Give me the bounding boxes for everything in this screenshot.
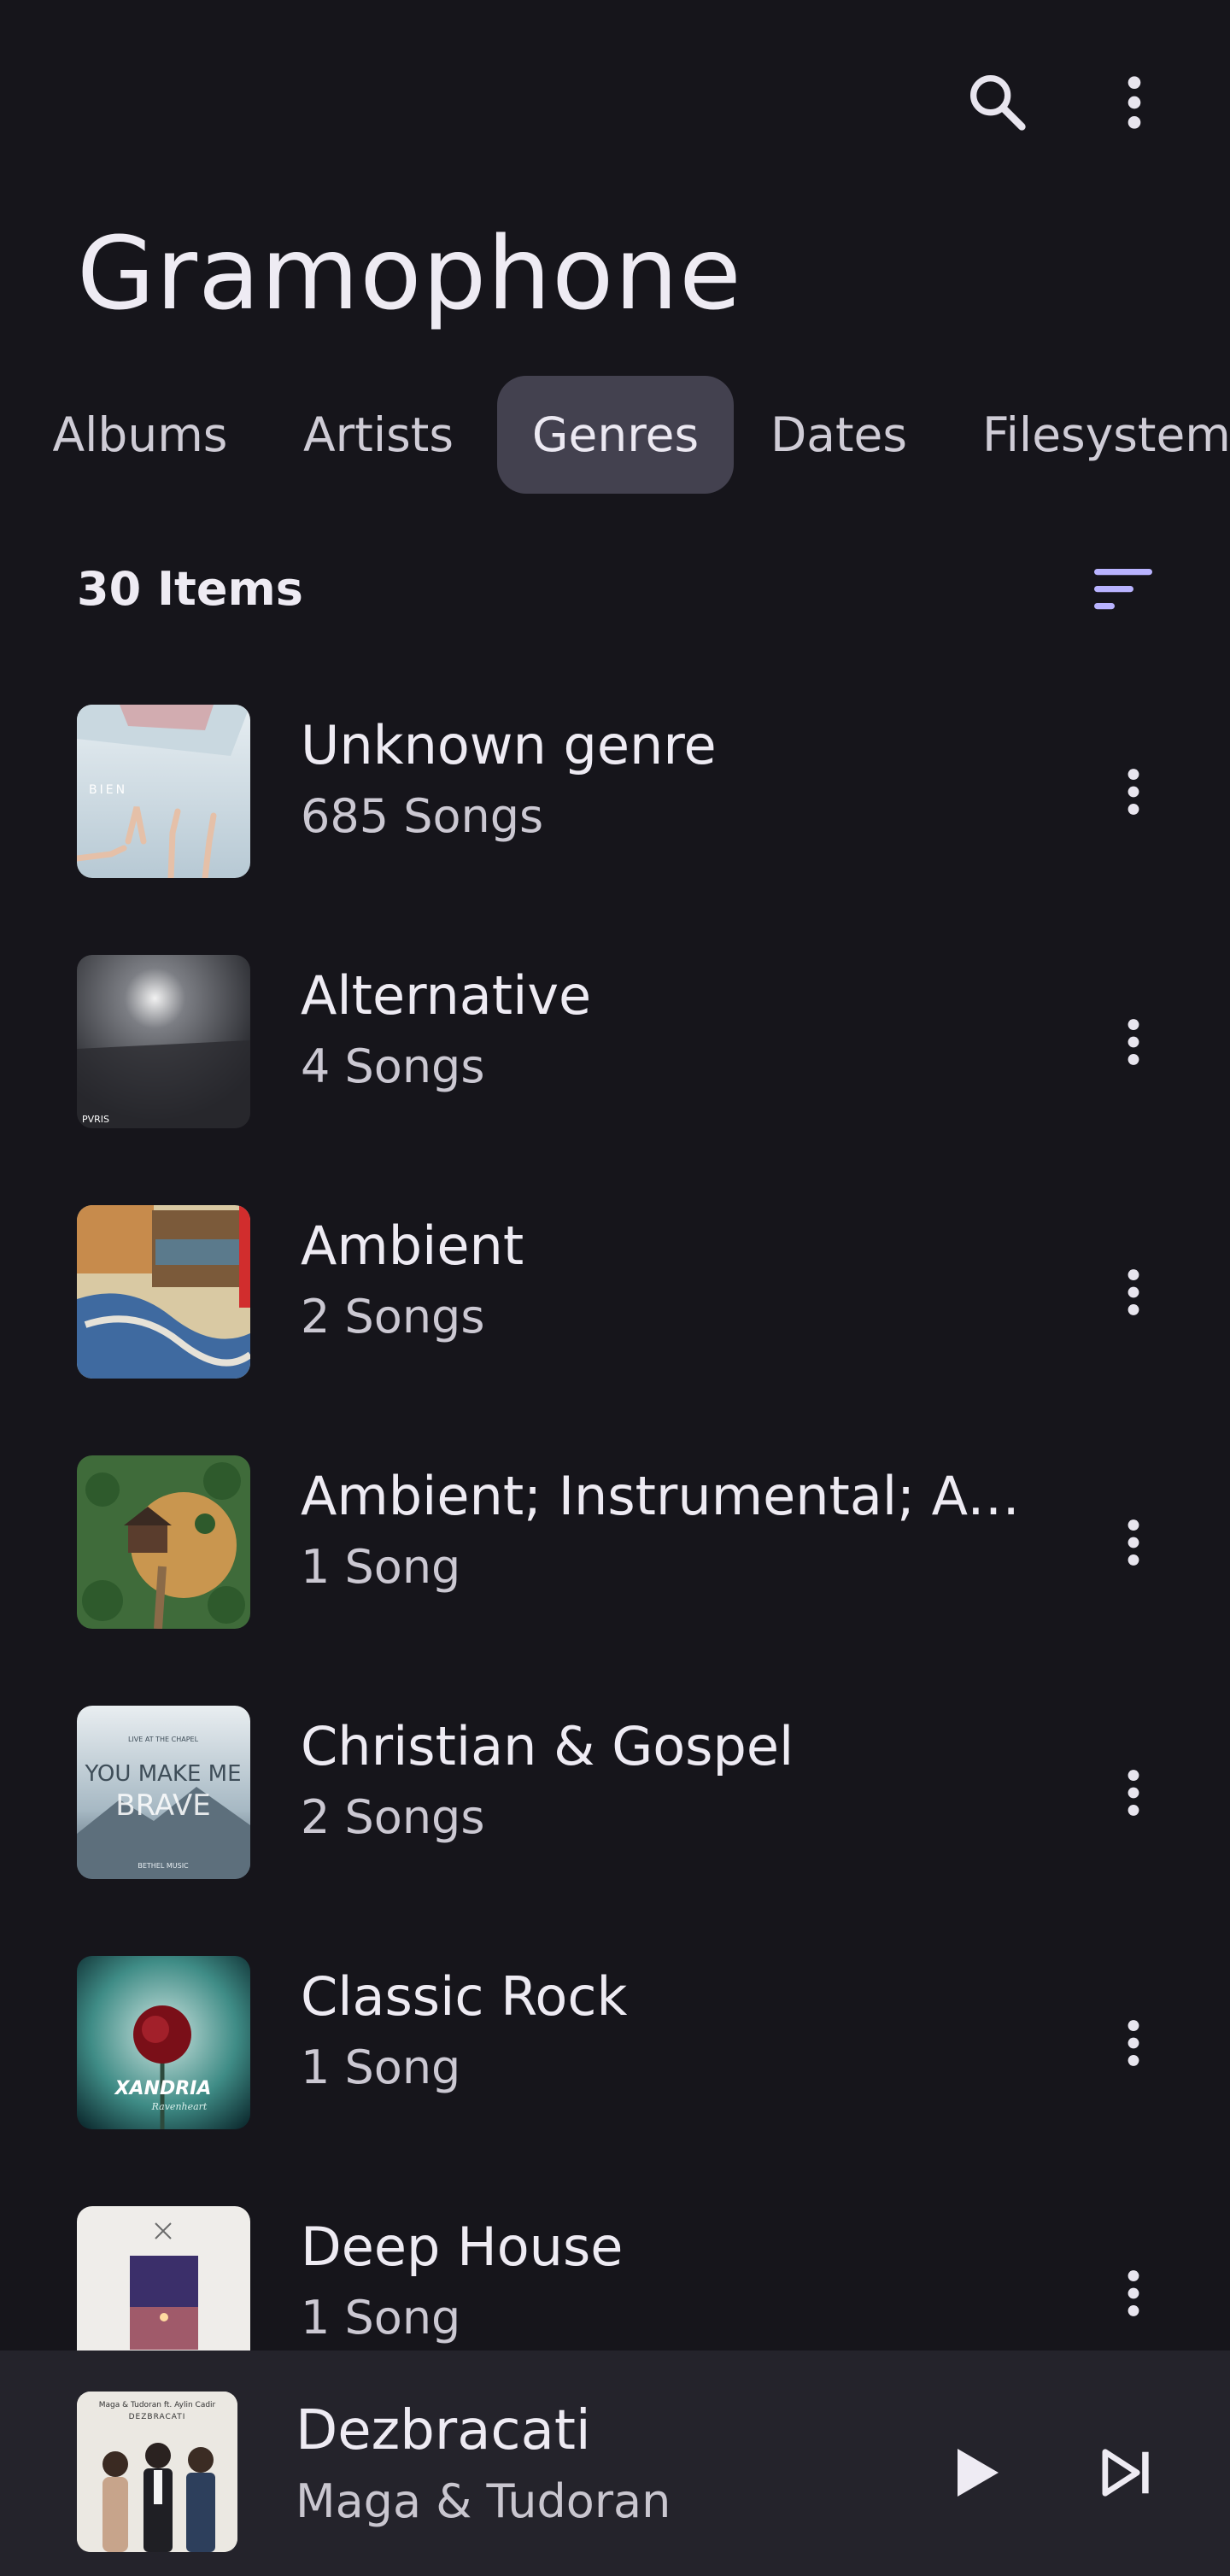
genre-row-classic-rock[interactable]: XANDRIA Ravenheart Classic Rock 1 Song [0,1956,1230,2206]
artwork-credit: Maga & Tudoran ft. Aylin Cadir [99,2401,216,2409]
overflow-menu-button[interactable] [1092,60,1177,145]
play-button[interactable] [935,2417,1021,2528]
genre-artwork: XANDRIA Ravenheart [77,1956,250,2129]
more-vert-icon [1128,1019,1139,1065]
tab-filesystem[interactable]: Filesystem [972,376,1230,494]
genre-name: Classic Rock [301,1965,628,2028]
top-app-bar [0,0,1230,196]
now-playing-title: Dezbracati [296,2399,591,2462]
tab-albums[interactable]: Albums [38,376,243,494]
skip-next-icon [1102,2449,1149,2497]
tab-dates[interactable]: Dates [757,376,921,494]
artwork-label-bien: BIEN [89,783,127,797]
genre-name: Alternative [301,964,592,1027]
genre-more-button[interactable] [1095,999,1172,1085]
artwork-label-xandria: XANDRIA [114,2078,212,2099]
genre-artwork [77,1205,250,1379]
genre-song-count: 685 Songs [301,789,544,843]
genre-row-unknown[interactable]: BIEN Unknown genre 685 Songs [0,705,1230,955]
more-vert-icon [1128,1770,1139,1816]
sort-icon [1094,569,1152,610]
app-title: Gramophone [77,214,742,332]
artwork-title: DEZBRACATI [129,2413,186,2421]
artwork-label-pvris: PVRIS [82,1114,109,1125]
more-vert-icon [1128,769,1139,815]
genre-more-button[interactable] [1095,1250,1172,1335]
genre-row-ambient-instrumental[interactable]: Ambient; Instrumental; Ac⋯ 1 Song [0,1455,1230,1706]
genre-row-alternative[interactable]: PVRIS Alternative 4 Songs [0,955,1230,1205]
sort-button[interactable] [1085,538,1162,641]
genre-song-count: 2 Songs [301,1290,485,1344]
genre-name: Christian & Gospel [301,1715,794,1777]
genre-song-count: 4 Songs [301,1039,485,1093]
artwork-label-live: LIVE AT THE CHAPEL [128,1736,199,1743]
genre-artwork: PVRIS [77,955,250,1128]
genre-song-count: 1 Song [301,2040,461,2094]
genre-artwork: BIEN [77,705,250,878]
genre-more-button[interactable] [1095,749,1172,834]
artwork-label-footer: BETHEL MUSIC [138,1862,189,1870]
genre-artwork [77,1455,250,1629]
genre-artwork: LIVE AT THE CHAPEL YOU MAKE ME BRAVE BET… [77,1706,250,1879]
more-vert-icon [1128,1519,1139,1566]
artwork-label-line2: BRAVE [115,1789,210,1823]
genre-name: Ambient [301,1215,524,1277]
play-icon [958,2449,999,2497]
genre-name: Ambient; Instrumental; Ac⋯ [301,1465,1035,1527]
tab-genres[interactable]: Genres [497,376,734,494]
more-vert-icon [1128,76,1141,129]
more-vert-icon [1128,2020,1139,2066]
genre-song-count: 1 Song [301,1540,461,1594]
genre-row-ambient[interactable]: Ambient 2 Songs [0,1205,1230,1455]
mini-player[interactable]: Maga & Tudoran ft. Aylin Cadir DEZBRACAT… [0,2351,1230,2576]
genre-more-button[interactable] [1095,1750,1172,1835]
tab-artists[interactable]: Artists [282,376,475,494]
search-icon [970,75,1026,131]
list-header: 30 Items [0,555,1230,624]
item-count: 30 Items [77,562,303,616]
search-button[interactable] [955,60,1040,145]
genre-song-count: 2 Songs [301,1790,485,1844]
artwork-label-line1: YOU MAKE ME [84,1761,241,1787]
artwork-label-subtitle: Ravenheart [151,2101,208,2112]
now-playing-artwork: Maga & Tudoran ft. Aylin Cadir DEZBRACAT… [77,2392,237,2552]
genre-name: Deep House [301,2216,624,2278]
more-vert-icon [1128,1269,1139,1315]
genre-more-button[interactable] [1095,2000,1172,2086]
genre-more-button[interactable] [1095,1500,1172,1585]
genre-row-christian-gospel[interactable]: LIVE AT THE CHAPEL YOU MAKE ME BRAVE BET… [0,1706,1230,1956]
genre-song-count: 1 Song [301,2291,461,2345]
app-root: Gramophone Albums Artists Genres Dates F… [0,0,1230,2576]
genre-name: Unknown genre [301,714,717,776]
now-playing-artist: Maga & Tudoran [296,2474,671,2528]
skip-next-button[interactable] [1085,2417,1170,2528]
more-vert-icon [1128,2270,1139,2316]
genre-more-button[interactable] [1095,2251,1172,2336]
category-tabs: Albums Artists Genres Dates Filesystem [0,376,1230,495]
